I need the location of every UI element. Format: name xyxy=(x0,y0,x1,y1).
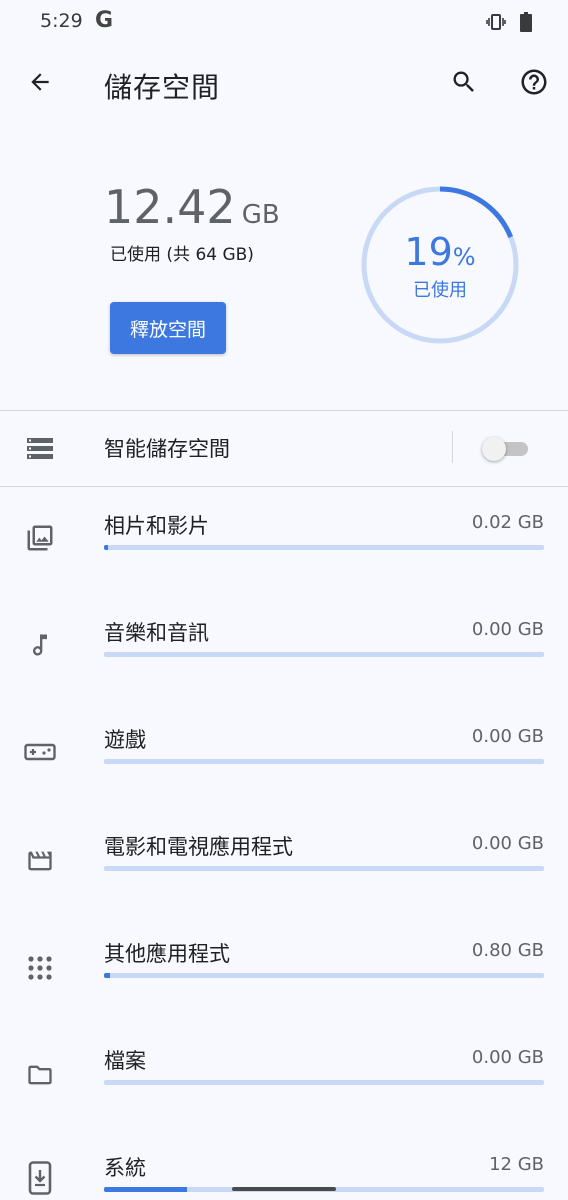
toggle-thumb xyxy=(482,437,506,461)
ring-label: 已使用 xyxy=(413,280,467,301)
vertical-separator xyxy=(452,431,453,463)
category-size: 0.00 GB xyxy=(471,619,544,640)
category-row-games[interactable]: 遊戲 0.00 GB xyxy=(0,704,568,811)
category-label: 音樂和音訊 xyxy=(104,621,209,645)
category-row-movies[interactable]: 電影和電視應用程式 0.00 GB xyxy=(0,811,568,918)
page-title: 儲存空間 xyxy=(104,71,221,104)
music-note-icon xyxy=(24,629,56,661)
smart-storage-row[interactable]: 智能儲存空間 xyxy=(0,411,568,486)
category-row-music[interactable]: 音樂和音訊 0.00 GB xyxy=(0,597,568,704)
system-update-icon xyxy=(24,1161,56,1195)
category-usage-bar xyxy=(104,973,544,978)
free-up-space-button[interactable]: 釋放空間 xyxy=(110,302,226,354)
category-usage-bar xyxy=(104,759,544,764)
category-size: 0.00 GB xyxy=(471,833,544,854)
category-usage-fill xyxy=(104,545,108,550)
status-time: 5:29 xyxy=(40,10,83,32)
storage-screen: 5:29 G 儲存空間 12.42 GB 已使用 (共 64 GB) 釋放空間 … xyxy=(0,0,568,1200)
search-button[interactable] xyxy=(440,60,488,108)
category-size: 0.80 GB xyxy=(471,940,544,961)
category-label: 電影和電視應用程式 xyxy=(104,835,293,859)
category-row-other-apps[interactable]: 其他應用程式 0.80 GB xyxy=(0,918,568,1025)
category-label: 遊戲 xyxy=(104,728,146,752)
google-icon: G xyxy=(95,8,114,33)
back-arrow-icon xyxy=(27,69,53,99)
category-size: 12 GB xyxy=(489,1154,544,1175)
folder-icon xyxy=(24,1059,56,1091)
apps-grid-icon xyxy=(24,952,56,984)
used-value-unit: GB xyxy=(241,200,280,230)
category-usage-bar xyxy=(104,1080,544,1085)
used-percent: 19% xyxy=(404,230,476,274)
used-storage-value: 12.42 GB xyxy=(104,180,280,234)
status-icons xyxy=(486,12,532,36)
category-label: 系統 xyxy=(104,1156,146,1180)
category-label: 其他應用程式 xyxy=(104,942,230,966)
category-usage-bar xyxy=(104,545,544,550)
category-label: 相片和影片 xyxy=(104,514,209,538)
search-icon xyxy=(450,68,478,100)
category-size: 0.00 GB xyxy=(471,1047,544,1068)
movie-icon xyxy=(24,845,56,877)
smart-storage-label: 智能儲存空間 xyxy=(104,437,230,461)
category-usage-fill xyxy=(104,1187,187,1192)
category-label: 檔案 xyxy=(104,1049,146,1073)
used-value-number: 12.42 xyxy=(104,180,236,234)
smart-storage-toggle[interactable] xyxy=(482,437,530,461)
category-usage-bar xyxy=(104,866,544,871)
status-bar: 5:29 G xyxy=(0,0,568,46)
help-button[interactable] xyxy=(510,60,558,108)
category-size: 0.02 GB xyxy=(471,512,544,533)
storage-icon xyxy=(24,433,56,465)
storage-summary: 12.42 GB 已使用 (共 64 GB) 釋放空間 19% 已使用 xyxy=(0,150,568,410)
divider xyxy=(0,486,568,487)
category-row-files[interactable]: 檔案 0.00 GB xyxy=(0,1025,568,1132)
category-usage-bar xyxy=(104,652,544,657)
navigation-handle[interactable] xyxy=(232,1187,336,1191)
ring-text: 19% 已使用 xyxy=(360,230,520,302)
category-size: 0.00 GB xyxy=(471,726,544,747)
back-button[interactable] xyxy=(16,60,64,108)
help-icon xyxy=(519,67,549,101)
vibrate-icon xyxy=(486,13,506,35)
category-row-photos[interactable]: 相片和影片 0.02 GB xyxy=(0,490,568,597)
used-of-total: 已使用 (共 64 GB) xyxy=(110,245,254,265)
photo-icon xyxy=(24,522,56,554)
category-usage-fill xyxy=(104,973,110,978)
gamepad-icon xyxy=(24,736,56,768)
app-bar: 儲存空間 xyxy=(0,52,568,116)
battery-icon xyxy=(520,12,532,36)
